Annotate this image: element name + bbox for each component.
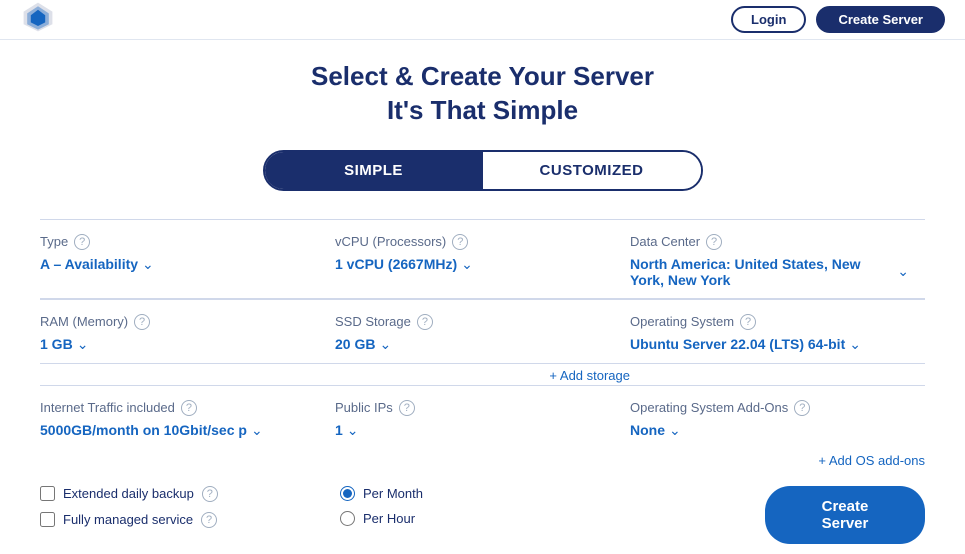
type-chevron-icon[interactable]: ⌄ [142, 256, 154, 273]
page-title: Select & Create Your Server It's That Si… [40, 60, 925, 128]
vcpu-label: vCPU (Processors) [335, 234, 446, 249]
os-cell: Operating System ? Ubuntu Server 22.04 (… [630, 300, 925, 364]
managed-service-row: Fully managed service ? [40, 512, 320, 528]
login-button[interactable]: Login [731, 6, 806, 33]
create-btn-col: Create Server [765, 486, 925, 544]
public-ips-help-icon[interactable]: ? [399, 400, 415, 416]
os-addons-label: Operating System Add-Ons [630, 400, 788, 415]
traffic-label: Internet Traffic included [40, 400, 175, 415]
vcpu-help-icon[interactable]: ? [452, 234, 468, 250]
extended-backup-label: Extended daily backup [63, 486, 194, 501]
extended-backup-row: Extended daily backup ? [40, 486, 320, 502]
traffic-cell: Internet Traffic included ? 5000GB/month… [40, 386, 335, 449]
vcpu-cell: vCPU (Processors) ? 1 vCPU (2667MHz) ⌄ [335, 220, 630, 299]
per-hour-row: Per Hour [340, 511, 765, 526]
form-row-1: Type ? A – Availability ⌄ vCPU (Processo… [40, 219, 925, 299]
vcpu-chevron-icon[interactable]: ⌄ [461, 256, 473, 273]
extended-backup-help-icon[interactable]: ? [202, 486, 218, 502]
per-month-row: Per Month [340, 486, 765, 501]
form-row-3: Internet Traffic included ? 5000GB/month… [40, 385, 925, 449]
type-label: Type [40, 234, 68, 249]
public-ips-chevron-icon[interactable]: ⌄ [347, 422, 359, 439]
traffic-value: 5000GB/month on 10Gbit/sec p [40, 422, 247, 438]
managed-service-help-icon[interactable]: ? [201, 512, 217, 528]
server-config-form: Type ? A – Availability ⌄ vCPU (Processo… [40, 219, 925, 470]
mode-toggle: SIMPLE CUSTOMIZED [263, 150, 703, 191]
customized-tab[interactable]: CUSTOMIZED [483, 152, 701, 189]
ssd-chevron-icon[interactable]: ⌄ [379, 336, 391, 353]
logo [20, 0, 56, 40]
managed-service-label: Fully managed service [63, 512, 193, 527]
type-cell: Type ? A – Availability ⌄ [40, 220, 335, 299]
ram-value: 1 GB [40, 336, 73, 352]
link-empty-2 [630, 364, 925, 385]
os-chevron-icon[interactable]: ⌄ [849, 336, 861, 353]
header-actions: Login Create Server [731, 6, 945, 33]
os-addons-chevron-icon[interactable]: ⌄ [669, 422, 681, 439]
os-link-empty-1 [40, 449, 335, 470]
os-value: Ubuntu Server 22.04 (LTS) 64-bit [630, 336, 845, 352]
add-os-addons-cell: + Add OS add-ons [630, 449, 925, 470]
datacenter-value: North America: United States, New York, … [630, 256, 893, 288]
add-storage-cell: + Add storage [335, 364, 630, 385]
public-ips-cell: Public IPs ? 1 ⌄ [335, 386, 630, 449]
os-link-empty-2 [335, 449, 630, 470]
os-addons-help-icon[interactable]: ? [794, 400, 810, 416]
billing-col: Per Month Per Hour [320, 486, 765, 544]
vcpu-value: 1 vCPU (2667MHz) [335, 256, 457, 272]
public-ips-label: Public IPs [335, 400, 393, 415]
checkboxes-col: Extended daily backup ? Fully managed se… [40, 486, 320, 544]
os-help-icon[interactable]: ? [740, 314, 756, 330]
title-line2: It's That Simple [387, 95, 578, 125]
per-hour-radio[interactable] [340, 511, 355, 526]
main-content: Select & Create Your Server It's That Si… [0, 40, 965, 554]
extended-backup-checkbox[interactable] [40, 486, 55, 501]
ssd-label: SSD Storage [335, 314, 411, 329]
per-month-label: Per Month [363, 486, 423, 501]
datacenter-cell: Data Center ? North America: United Stat… [630, 220, 925, 299]
create-server-header-button[interactable]: Create Server [816, 6, 945, 33]
ram-cell: RAM (Memory) ? 1 GB ⌄ [40, 300, 335, 364]
per-hour-label: Per Hour [363, 511, 415, 526]
type-help-icon[interactable]: ? [74, 234, 90, 250]
traffic-chevron-icon[interactable]: ⌄ [251, 422, 263, 439]
add-os-addons-link[interactable]: + Add OS add-ons [818, 453, 925, 468]
simple-tab[interactable]: SIMPLE [265, 152, 483, 189]
bottom-section: Extended daily backup ? Fully managed se… [40, 470, 925, 544]
os-label: Operating System [630, 314, 734, 329]
datacenter-label: Data Center [630, 234, 700, 249]
os-addons-value: None [630, 422, 665, 438]
ssd-cell: SSD Storage ? 20 GB ⌄ [335, 300, 630, 364]
ram-help-icon[interactable]: ? [134, 314, 150, 330]
link-empty-1 [40, 364, 335, 385]
add-os-addons-row: + Add OS add-ons [40, 449, 925, 470]
public-ips-value: 1 [335, 422, 343, 438]
create-server-button[interactable]: Create Server [765, 486, 925, 544]
type-value: A – Availability [40, 256, 138, 272]
per-month-radio[interactable] [340, 486, 355, 501]
header: Login Create Server [0, 0, 965, 40]
traffic-help-icon[interactable]: ? [181, 400, 197, 416]
add-links-row: + Add storage [40, 364, 925, 385]
add-storage-link[interactable]: + Add storage [549, 368, 630, 383]
os-addons-cell: Operating System Add-Ons ? None ⌄ [630, 386, 925, 449]
datacenter-chevron-icon[interactable]: ⌄ [897, 263, 909, 280]
datacenter-help-icon[interactable]: ? [706, 234, 722, 250]
mode-toggle-bar: SIMPLE CUSTOMIZED [40, 150, 925, 191]
title-line1: Select & Create Your Server [311, 61, 654, 91]
ram-chevron-icon[interactable]: ⌄ [77, 336, 89, 353]
ssd-value: 20 GB [335, 336, 375, 352]
ssd-help-icon[interactable]: ? [417, 314, 433, 330]
managed-service-checkbox[interactable] [40, 512, 55, 527]
form-row-2: RAM (Memory) ? 1 GB ⌄ SSD Storage ? 20 G… [40, 299, 925, 364]
ram-label: RAM (Memory) [40, 314, 128, 329]
